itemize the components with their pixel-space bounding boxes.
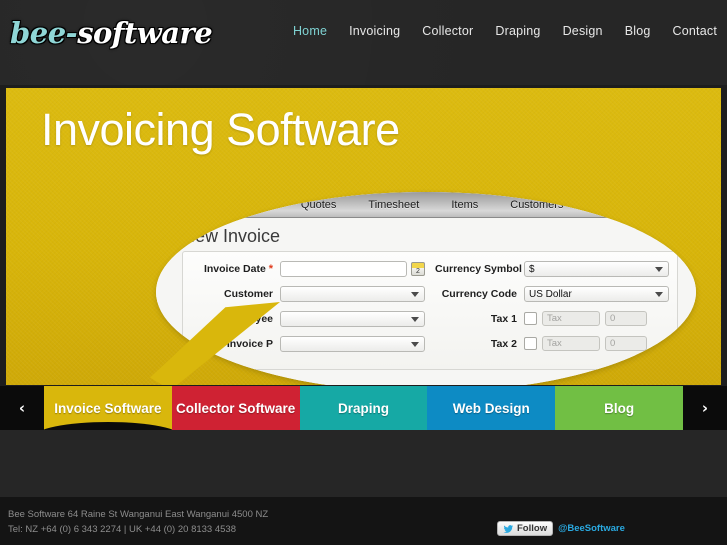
nav-item-blog[interactable]: Blog (625, 24, 651, 38)
chevron-down-icon (411, 291, 419, 297)
checkbox-tax-2[interactable] (524, 337, 537, 350)
twitter-handle[interactable]: @BeeSoftware (558, 523, 625, 534)
carousel-tab-blog-label: Blog (604, 400, 635, 416)
hero-banner: Invoicing Software Payments Quotes Times… (6, 88, 721, 385)
field-tax-2: Tax 2 Tax 0 (435, 334, 669, 353)
app-tab-items[interactable]: Items (451, 199, 478, 211)
twitter-widget: Follow @BeeSoftware (497, 521, 625, 536)
nav-item-home[interactable]: Home (293, 24, 327, 38)
select-invoice-period[interactable] (280, 335, 425, 352)
app-tab-timesheet[interactable]: Timesheet (368, 199, 419, 211)
form-column-right: Currency Symbol $ Currency Code US Dolla… (435, 259, 669, 359)
hero-title: Invoicing Software (41, 104, 400, 155)
carousel-next-arrow-icon[interactable]: › (683, 386, 727, 430)
logo-text-software: software (77, 16, 213, 50)
carousel-tab-web-design[interactable]: Web Design (427, 386, 556, 430)
speech-bubble-screenshot: Payments Quotes Timesheet Items Customer… (150, 192, 696, 385)
app-tab-customers[interactable]: Customers (510, 199, 563, 211)
carousel-tab-blog[interactable]: Blog (555, 386, 683, 430)
label-invoice-date-text: Invoice Date (203, 262, 266, 275)
footer-address: Bee Software 64 Raine St Wanganui East W… (8, 509, 269, 520)
field-invoice-date: Invoice Date * 2 (191, 259, 425, 278)
app-tab-quotes[interactable]: Quotes (301, 199, 336, 211)
select-employee[interactable] (280, 310, 425, 327)
required-asterisk-icon: * (268, 262, 273, 275)
field-customer: Customer (191, 284, 425, 303)
field-currency-symbol: Currency Symbol $ (435, 259, 669, 278)
select-currency-code[interactable]: US Dollar (524, 285, 669, 302)
input-invoice-date[interactable] (280, 260, 407, 277)
nav-item-contact[interactable]: Contact (673, 24, 717, 38)
logo-text-bee: bee- (10, 16, 78, 50)
label-currency-code: Currency Code (441, 287, 517, 300)
carousel-tab-invoice-software[interactable]: Invoice Software (44, 386, 172, 430)
input-tax-2-name[interactable]: Tax (542, 336, 600, 351)
app-screenshot: Payments Quotes Timesheet Items Customer… (156, 192, 696, 385)
carousel-tab-collector-software-label: Collector Software (176, 400, 296, 416)
app-tab-payments[interactable]: Payments (220, 199, 269, 211)
carousel-tab-collector-software[interactable]: Collector Software (171, 386, 300, 430)
field-currency-code: Currency Code US Dollar (435, 284, 669, 303)
footer-phone: Tel: NZ +64 (0) 6 343 2274 | UK +44 (0) … (8, 524, 236, 535)
main-navigation: Home Invoicing Collector Draping Design … (293, 24, 717, 38)
site-header: bee-software Home Invoicing Collector Dr… (0, 0, 727, 85)
twitter-bird-icon (503, 524, 514, 533)
select-currency-symbol-value: $ (529, 263, 535, 275)
select-currency-symbol[interactable]: $ (524, 260, 669, 277)
app-page-title: New Invoice (182, 226, 281, 246)
label-customer: Customer (223, 287, 273, 300)
app-tab-strip: Payments Quotes Timesheet Items Customer… (156, 192, 696, 218)
page-root: bee-software Home Invoicing Collector Dr… (0, 0, 727, 545)
calendar-icon[interactable]: 2 (411, 261, 425, 276)
carousel-tab-web-design-label: Web Design (452, 400, 530, 416)
label-tax-1: Tax 1 (490, 312, 517, 325)
carousel-tab-invoice-software-label: Invoice Software (54, 400, 162, 416)
carousel-tabs: Invoice Software Collector Software Drap… (44, 386, 683, 430)
bubble-oval: Payments Quotes Timesheet Items Customer… (156, 192, 696, 385)
nav-item-design[interactable]: Design (563, 24, 603, 38)
input-tax-2-value[interactable]: 0 (605, 336, 647, 351)
content-band (0, 430, 727, 497)
select-customer[interactable] (280, 285, 425, 302)
carousel-tab-draping-label: Draping (337, 400, 389, 416)
checkbox-tax-1[interactable] (524, 312, 537, 325)
label-currency-symbol: Currency Symbol (435, 262, 522, 275)
field-tax-1: Tax 1 Tax 0 (435, 309, 669, 328)
input-tax-1-name[interactable]: Tax (542, 311, 600, 326)
chevron-down-icon (655, 266, 663, 272)
input-tax-1-value[interactable]: 0 (605, 311, 647, 326)
chevron-down-icon (411, 316, 419, 322)
carousel-tab-draping[interactable]: Draping (299, 386, 428, 430)
twitter-follow-button[interactable]: Follow (497, 521, 554, 536)
label-tax-2: Tax 2 (490, 337, 517, 350)
chevron-down-icon (411, 341, 419, 347)
chevron-down-icon (655, 291, 663, 297)
twitter-follow-label: Follow (517, 523, 548, 534)
label-invoice-date: Invoice Date * (191, 263, 280, 275)
select-currency-code-value: US Dollar (529, 288, 572, 300)
site-logo[interactable]: bee-software (10, 16, 213, 50)
carousel-tab-bar: ‹ Invoice Software Collector Software Dr… (0, 386, 727, 430)
nav-item-collector[interactable]: Collector (422, 24, 473, 38)
carousel-prev-arrow-icon[interactable]: ‹ (0, 386, 44, 430)
nav-item-invoicing[interactable]: Invoicing (349, 24, 400, 38)
nav-item-draping[interactable]: Draping (495, 24, 540, 38)
